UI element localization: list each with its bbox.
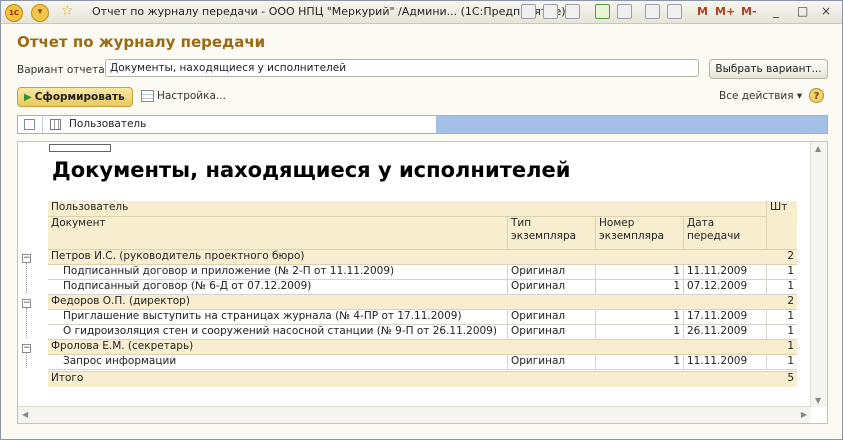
generate-label: Сформировать: [34, 91, 125, 103]
transfer-date-cell: 11.11.2009: [684, 265, 767, 280]
scroll-up-icon[interactable]: ▲: [815, 144, 821, 153]
print-icon[interactable]: [521, 4, 536, 19]
document-cell: О гидроизоляция стен и сооружений насосн…: [48, 325, 508, 340]
transfer-date-cell: 17.11.2009: [684, 310, 767, 325]
settings-icon: [141, 90, 154, 102]
header-count: Шт: [767, 201, 797, 250]
select-variant-button[interactable]: Выбрать вариант...: [709, 59, 828, 79]
total-count: 5: [767, 371, 797, 387]
memory-subtract-button[interactable]: M-: [741, 5, 757, 18]
app-logo-icon[interactable]: 1С: [5, 4, 23, 22]
link-icon[interactable]: [617, 4, 632, 19]
group-count: 2: [767, 250, 797, 265]
settings-label: Настройка...: [157, 90, 226, 102]
count-cell: 1: [767, 325, 797, 340]
transfer-date-cell: 26.11.2009: [684, 325, 767, 340]
collapse-group-icon[interactable]: −: [22, 254, 31, 263]
help-icon[interactable]: ?: [809, 88, 824, 103]
count-cell: 1: [767, 355, 797, 370]
generate-button[interactable]: ▶ Сформировать: [17, 87, 133, 107]
copy-number-cell: 1: [596, 280, 684, 295]
copy-type-cell: Оригинал: [508, 355, 596, 370]
header-user: Пользователь: [48, 201, 767, 217]
group-count: 2: [767, 295, 797, 310]
document-cell: Приглашение выступить на страницах журна…: [48, 310, 508, 325]
collapse-group-icon[interactable]: −: [22, 299, 31, 308]
copy-type-cell: Оригинал: [508, 310, 596, 325]
tree-line: [26, 263, 27, 293]
group-user: Фролова Е.М. (секретарь): [48, 340, 767, 355]
memory-add-button[interactable]: M+: [715, 5, 735, 18]
close-icon[interactable]: ×: [821, 4, 831, 18]
horizontal-scrollbar[interactable]: ◀ ▶: [18, 406, 811, 423]
variant-input[interactable]: Документы, находящиеся у исполнителей: [105, 59, 699, 77]
memory-button[interactable]: M: [697, 5, 708, 18]
title-bar: 1С ▾ ☆ Отчет по журналу передачи - ООО Н…: [1, 1, 842, 24]
document-cell: Подписанный договор (№ 6-Д от 07.12.2009…: [48, 280, 508, 295]
group-user: Федоров О.П. (директор): [48, 295, 767, 310]
user-filter-field[interactable]: Пользователь: [42, 116, 437, 133]
user-filter-checkbox[interactable]: [24, 119, 35, 130]
favorites-star-icon[interactable]: ☆: [61, 3, 74, 19]
scroll-down-icon[interactable]: ▼: [815, 396, 821, 405]
header-copy-type-line1: Тип: [511, 217, 532, 229]
copy-type-cell: Оригинал: [508, 280, 596, 295]
calendar-icon[interactable]: [667, 4, 682, 19]
header-copy-type-line2: экземпляра: [511, 230, 577, 242]
selected-cell[interactable]: [49, 144, 111, 152]
copy-number-cell: 1: [596, 310, 684, 325]
page-title: Отчет по журналу передачи: [17, 33, 266, 51]
group-user: Петров И.С. (руководитель проектного бюр…: [48, 250, 767, 265]
user-filter-value[interactable]: [436, 116, 827, 133]
variant-label: Вариант отчета:: [17, 64, 109, 76]
header-transfer-date: Дата передачи: [684, 217, 767, 250]
user-filter-label: Пользователь: [69, 118, 147, 130]
collapse-group-icon[interactable]: −: [22, 344, 31, 353]
copy-type-cell: Оригинал: [508, 325, 596, 340]
scroll-left-icon[interactable]: ◀: [22, 410, 28, 419]
document-cell: Подписанный договор и приложение (№ 2-П …: [48, 265, 508, 280]
copy-number-cell: 1: [596, 265, 684, 280]
report-title: Документы, находящиеся у исполнителей: [52, 158, 571, 182]
tree-line: [26, 308, 27, 338]
maximize-icon[interactable]: □: [797, 4, 808, 18]
preview-icon[interactable]: [543, 4, 558, 19]
header-copy-number-line2: экземпляра: [599, 230, 665, 242]
vertical-scrollbar[interactable]: ▲ ▼: [810, 142, 827, 407]
transfer-date-cell: 11.11.2009: [684, 355, 767, 370]
header-copy-type: Тип экземпляра: [508, 217, 596, 250]
field-icon: [50, 119, 61, 130]
all-actions-menu[interactable]: Все действия ▾: [719, 90, 802, 102]
tree-line: [26, 353, 27, 368]
total-label: Итого: [48, 371, 767, 387]
document-cell: Запрос информации: [48, 355, 508, 370]
header-copy-number: Номер экземпляра: [596, 217, 684, 250]
count-cell: 1: [767, 310, 797, 325]
add-favorite-icon[interactable]: [595, 4, 610, 19]
minimize-icon[interactable]: _: [773, 4, 779, 18]
scroll-right-icon[interactable]: ▶: [801, 410, 807, 419]
count-cell: 1: [767, 280, 797, 295]
copy-number-cell: 1: [596, 325, 684, 340]
group-count: 1: [767, 340, 797, 355]
header-copy-number-line1: Номер: [599, 217, 635, 229]
settings-button[interactable]: Настройка...: [141, 90, 226, 102]
report-settings-strip: Пользователь: [17, 115, 828, 134]
count-cell: 1: [767, 265, 797, 280]
app-window: 1С ▾ ☆ Отчет по журналу передачи - ООО Н…: [0, 0, 843, 440]
copy-type-cell: Оригинал: [508, 265, 596, 280]
transfer-date-cell: 07.12.2009: [684, 280, 767, 295]
save-icon[interactable]: [565, 4, 580, 19]
header-transfer-date-line2: передачи: [687, 230, 741, 242]
window-title: Отчет по журналу передачи - ООО НПЦ "Мер…: [92, 5, 566, 18]
play-icon: ▶: [24, 92, 32, 103]
menu-dropdown-icon[interactable]: ▾: [31, 4, 49, 22]
header-document: Документ: [48, 217, 508, 250]
copy-number-cell: 1: [596, 355, 684, 370]
header-transfer-date-line1: Дата: [687, 217, 715, 229]
calculator-icon[interactable]: [645, 4, 660, 19]
report-document: Документы, находящиеся у исполнителей По…: [17, 141, 828, 424]
